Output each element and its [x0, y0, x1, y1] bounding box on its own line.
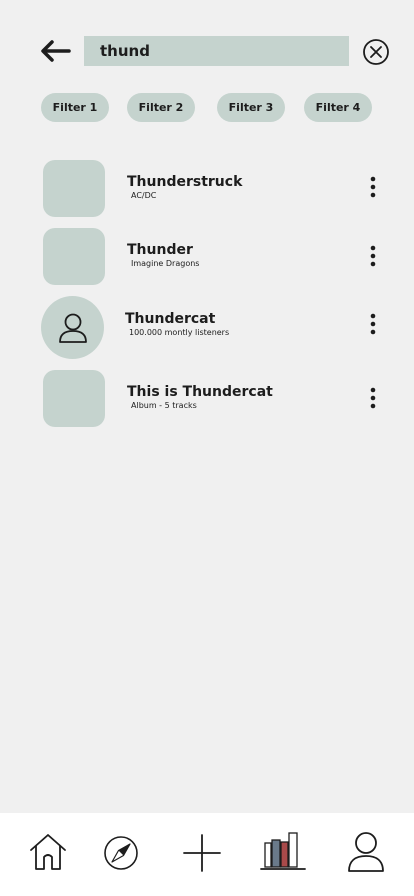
more-options-button[interactable] [364, 312, 382, 338]
result-item[interactable]: This is Thundercat Album - 5 tracks [0, 360, 414, 427]
nav-create-button[interactable] [180, 829, 224, 873]
track-artwork [43, 160, 105, 217]
arrow-left-icon [41, 40, 71, 62]
nav-home-button[interactable] [26, 829, 70, 873]
nav-profile-button[interactable] [344, 829, 388, 873]
more-vertical-icon [370, 245, 376, 267]
close-circle-icon [363, 39, 389, 65]
filter-chip-3[interactable]: Filter 3 [217, 93, 285, 122]
filter-chip-2[interactable]: Filter 2 [127, 93, 195, 122]
filter-chip-1[interactable]: Filter 1 [41, 93, 109, 122]
album-artwork [43, 370, 105, 427]
result-title: Thunder [127, 242, 193, 258]
result-subtitle: 100.000 montly listeners [129, 328, 230, 337]
more-vertical-icon [370, 313, 376, 335]
plus-icon [183, 834, 221, 872]
artist-avatar [41, 296, 104, 359]
clear-search-button[interactable] [362, 38, 390, 66]
library-icon [260, 832, 306, 870]
search-header [0, 0, 414, 90]
more-vertical-icon [370, 387, 376, 409]
nav-library-button[interactable] [259, 829, 306, 873]
more-options-button[interactable] [364, 386, 382, 412]
person-icon [58, 313, 87, 343]
bottom-navigation [0, 813, 414, 896]
more-vertical-icon [370, 176, 376, 198]
result-subtitle: Album - 5 tracks [131, 401, 197, 410]
result-subtitle: Imagine Dragons [131, 259, 200, 268]
result-title: Thunderstruck [127, 174, 243, 190]
track-artwork [43, 228, 105, 285]
back-button[interactable] [38, 36, 72, 66]
result-item[interactable]: Thunderstruck AC/DC [0, 150, 414, 217]
compass-icon [104, 836, 138, 870]
nav-explore-button[interactable] [99, 829, 143, 873]
filter-bar: Filter 1 Filter 2 Filter 3 Filter 4 [0, 93, 414, 123]
more-options-button[interactable] [364, 244, 382, 270]
search-input[interactable] [84, 36, 349, 66]
profile-icon [348, 832, 384, 872]
result-title: This is Thundercat [127, 384, 273, 400]
more-options-button[interactable] [364, 175, 382, 201]
result-item[interactable]: Thunder Imagine Dragons [0, 218, 414, 285]
result-subtitle: AC/DC [131, 191, 157, 200]
result-item[interactable]: Thundercat 100.000 montly listeners [0, 296, 414, 359]
home-icon [30, 834, 66, 870]
filter-chip-4[interactable]: Filter 4 [304, 93, 372, 122]
result-title: Thundercat [125, 311, 216, 327]
